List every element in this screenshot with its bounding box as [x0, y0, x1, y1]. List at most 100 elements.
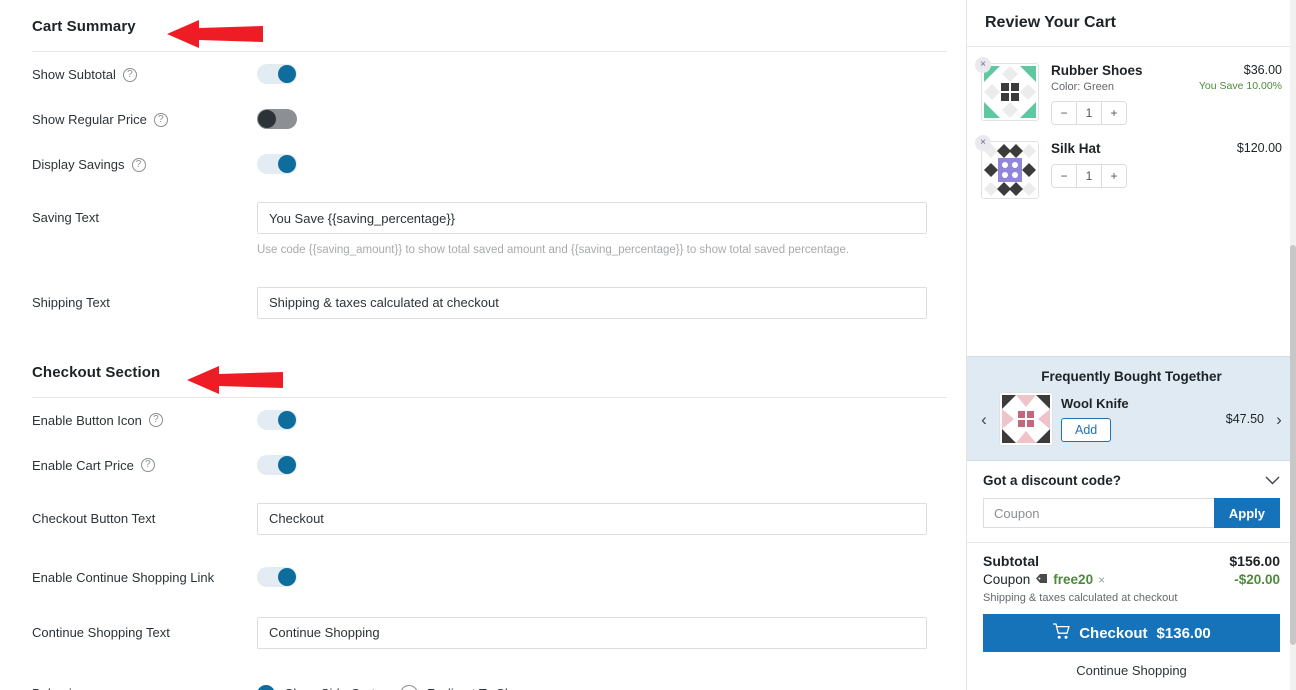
section-checkout: Checkout Section: [32, 332, 947, 398]
label-text: Behaviour: [32, 686, 91, 690]
label-show-regular-price: Show Regular Price ?: [32, 109, 257, 127]
help-icon[interactable]: ?: [140, 458, 155, 473]
cart-preview-panel: Review Your Cart × Rubber Shoes Color: G…: [966, 0, 1296, 690]
checkout-button-text-input[interactable]: [257, 502, 927, 535]
toggle-knob: [278, 65, 296, 83]
qty-decrease-button[interactable]: −: [1052, 102, 1076, 124]
cart-item-list: × Rubber Shoes Color: Green − 1 + $36.00…: [967, 47, 1296, 356]
label-text: Continue Shopping Text: [32, 624, 170, 640]
radio-icon[interactable]: [400, 684, 419, 690]
help-icon[interactable]: ?: [131, 157, 146, 172]
discount-code-section: Got a discount code? Apply: [967, 461, 1296, 543]
checkout-button[interactable]: Checkout $136.00: [983, 614, 1280, 652]
label-enable-cart-price: Enable Cart Price ?: [32, 455, 257, 473]
fbt-title: Frequently Bought Together: [1041, 369, 1222, 384]
quantity-stepper: − 1 +: [1051, 101, 1127, 125]
coupon-applied-row: Coupon free20 × -$20.00: [983, 572, 1280, 587]
coupon-discount-amount: -$20.00: [1234, 572, 1280, 587]
vertical-scrollbar[interactable]: [1290, 0, 1296, 690]
setting-row-enable-button-icon: Enable Button Icon ?: [32, 409, 944, 455]
label-continue-shopping-text: Continue Shopping Text: [32, 617, 257, 640]
coupon-input[interactable]: [983, 498, 1214, 528]
apply-coupon-button[interactable]: Apply: [1213, 498, 1280, 528]
toggle-knob: [278, 155, 296, 173]
label-show-subtotal: Show Subtotal ?: [32, 64, 257, 82]
cart-item: × Silk Hat − 1 + $120.00: [975, 135, 1282, 209]
scrollbar-thumb[interactable]: [1290, 245, 1296, 645]
setting-row-behaviour: Behaviour Close Side Cart Redirect To Sh…: [32, 683, 944, 690]
toggle-show-subtotal[interactable]: [257, 64, 297, 84]
cart-title: Review Your Cart: [985, 14, 1117, 31]
item-name: Rubber Shoes: [1051, 63, 1143, 78]
checkout-button-label: Checkout: [1079, 624, 1148, 642]
radio-icon[interactable]: [257, 684, 275, 690]
saving-text-input[interactable]: [257, 202, 927, 234]
product-thumbnail-wool-knife[interactable]: [999, 392, 1053, 446]
coupon-code: free20: [1053, 572, 1094, 587]
section-title-cart-summary: Cart Summary: [32, 18, 136, 35]
setting-row-display-savings: Display Savings ?: [32, 154, 944, 199]
help-icon[interactable]: ?: [153, 112, 168, 127]
cart-item: × Rubber Shoes Color: Green − 1 + $36.00…: [975, 57, 1282, 135]
label-saving-text: Saving Text: [32, 202, 257, 225]
product-thumbnail-silk-hat[interactable]: [981, 141, 1039, 199]
label-text: Enable Continue Shopping Link: [32, 569, 215, 585]
setting-row-saving-text: Saving Text Use code {{saving_amount}} t…: [32, 202, 944, 259]
toggle-enable-continue-shopping-link[interactable]: [257, 566, 297, 587]
help-icon[interactable]: ?: [122, 67, 137, 82]
continue-shopping-text-input[interactable]: [257, 616, 927, 649]
radio-label: Redirect To Shop: [427, 686, 527, 690]
label-shipping-text: Shipping Text: [32, 287, 257, 310]
discount-code-header[interactable]: Got a discount code?: [983, 473, 1280, 488]
help-icon[interactable]: ?: [148, 413, 163, 428]
label-text: Shipping Text: [32, 294, 110, 310]
item-price: $120.00: [1236, 141, 1282, 155]
carousel-prev-icon[interactable]: ‹: [977, 411, 991, 428]
qty-decrease-button[interactable]: −: [1052, 165, 1076, 187]
toggle-knob: [278, 410, 296, 429]
toggle-show-regular-price[interactable]: [257, 109, 297, 129]
fbt-product-name: Wool Knife: [1061, 396, 1129, 411]
discount-code-question: Got a discount code?: [983, 473, 1122, 488]
settings-and-cart-preview: Cart Summary Show Subtotal ? Show Regula…: [0, 0, 1296, 690]
subtotal-label: Subtotal: [983, 553, 1039, 569]
setting-row-enable-continue-shopping-link: Enable Continue Shopping Link: [32, 566, 944, 612]
section-divider: [32, 51, 947, 52]
item-savings: You Save 10.00%: [1198, 80, 1282, 92]
remove-item-icon[interactable]: ×: [975, 57, 991, 73]
item-price: $36.00: [1243, 63, 1282, 77]
qty-value[interactable]: 1: [1076, 165, 1102, 187]
setting-row-checkout-button-text: Checkout Button Text: [32, 502, 944, 548]
setting-row-continue-shopping-text: Continue Shopping Text: [32, 616, 944, 662]
subtotal-value: $156.00: [1229, 553, 1280, 569]
toggle-enable-cart-price[interactable]: [257, 454, 297, 475]
chevron-down-icon[interactable]: [1265, 473, 1280, 488]
quantity-stepper: − 1 +: [1051, 164, 1127, 188]
remove-coupon-icon[interactable]: ×: [1098, 573, 1105, 587]
subtotal-row: Subtotal $156.00: [983, 553, 1280, 569]
qty-value[interactable]: 1: [1076, 102, 1102, 124]
toggle-display-savings[interactable]: [257, 154, 297, 174]
add-to-cart-button[interactable]: Add: [1061, 418, 1112, 442]
behaviour-radio-group: Close Side Cart Redirect To Shop: [257, 683, 944, 690]
label-enable-button-icon: Enable Button Icon ?: [32, 410, 257, 428]
radio-option-close-side-cart[interactable]: Close Side Cart: [257, 684, 375, 690]
qty-increase-button[interactable]: +: [1102, 165, 1126, 187]
radio-option-redirect-to-shop[interactable]: Redirect To Shop: [400, 684, 527, 690]
fbt-product-price: $47.50: [1225, 412, 1264, 426]
label-text: Show Subtotal: [32, 67, 116, 82]
carousel-next-icon[interactable]: ›: [1272, 411, 1286, 428]
label-text: Display Savings: [32, 157, 125, 172]
qty-increase-button[interactable]: +: [1102, 102, 1126, 124]
section-title-checkout: Checkout Section: [32, 363, 161, 381]
cart-icon: [1052, 622, 1070, 644]
item-variant: Color: Green: [1051, 81, 1114, 93]
toggle-enable-button-icon[interactable]: [257, 409, 297, 430]
setting-row-shipping-text: Shipping Text: [32, 286, 944, 332]
continue-shopping-link[interactable]: Continue Shopping: [983, 663, 1280, 678]
remove-item-icon[interactable]: ×: [975, 135, 991, 151]
product-thumbnail-rubber-shoes[interactable]: [981, 63, 1039, 121]
label-text: Checkout Button Text: [32, 510, 156, 526]
shipping-text-input[interactable]: [257, 286, 927, 319]
label-text: Saving Text: [32, 210, 99, 225]
